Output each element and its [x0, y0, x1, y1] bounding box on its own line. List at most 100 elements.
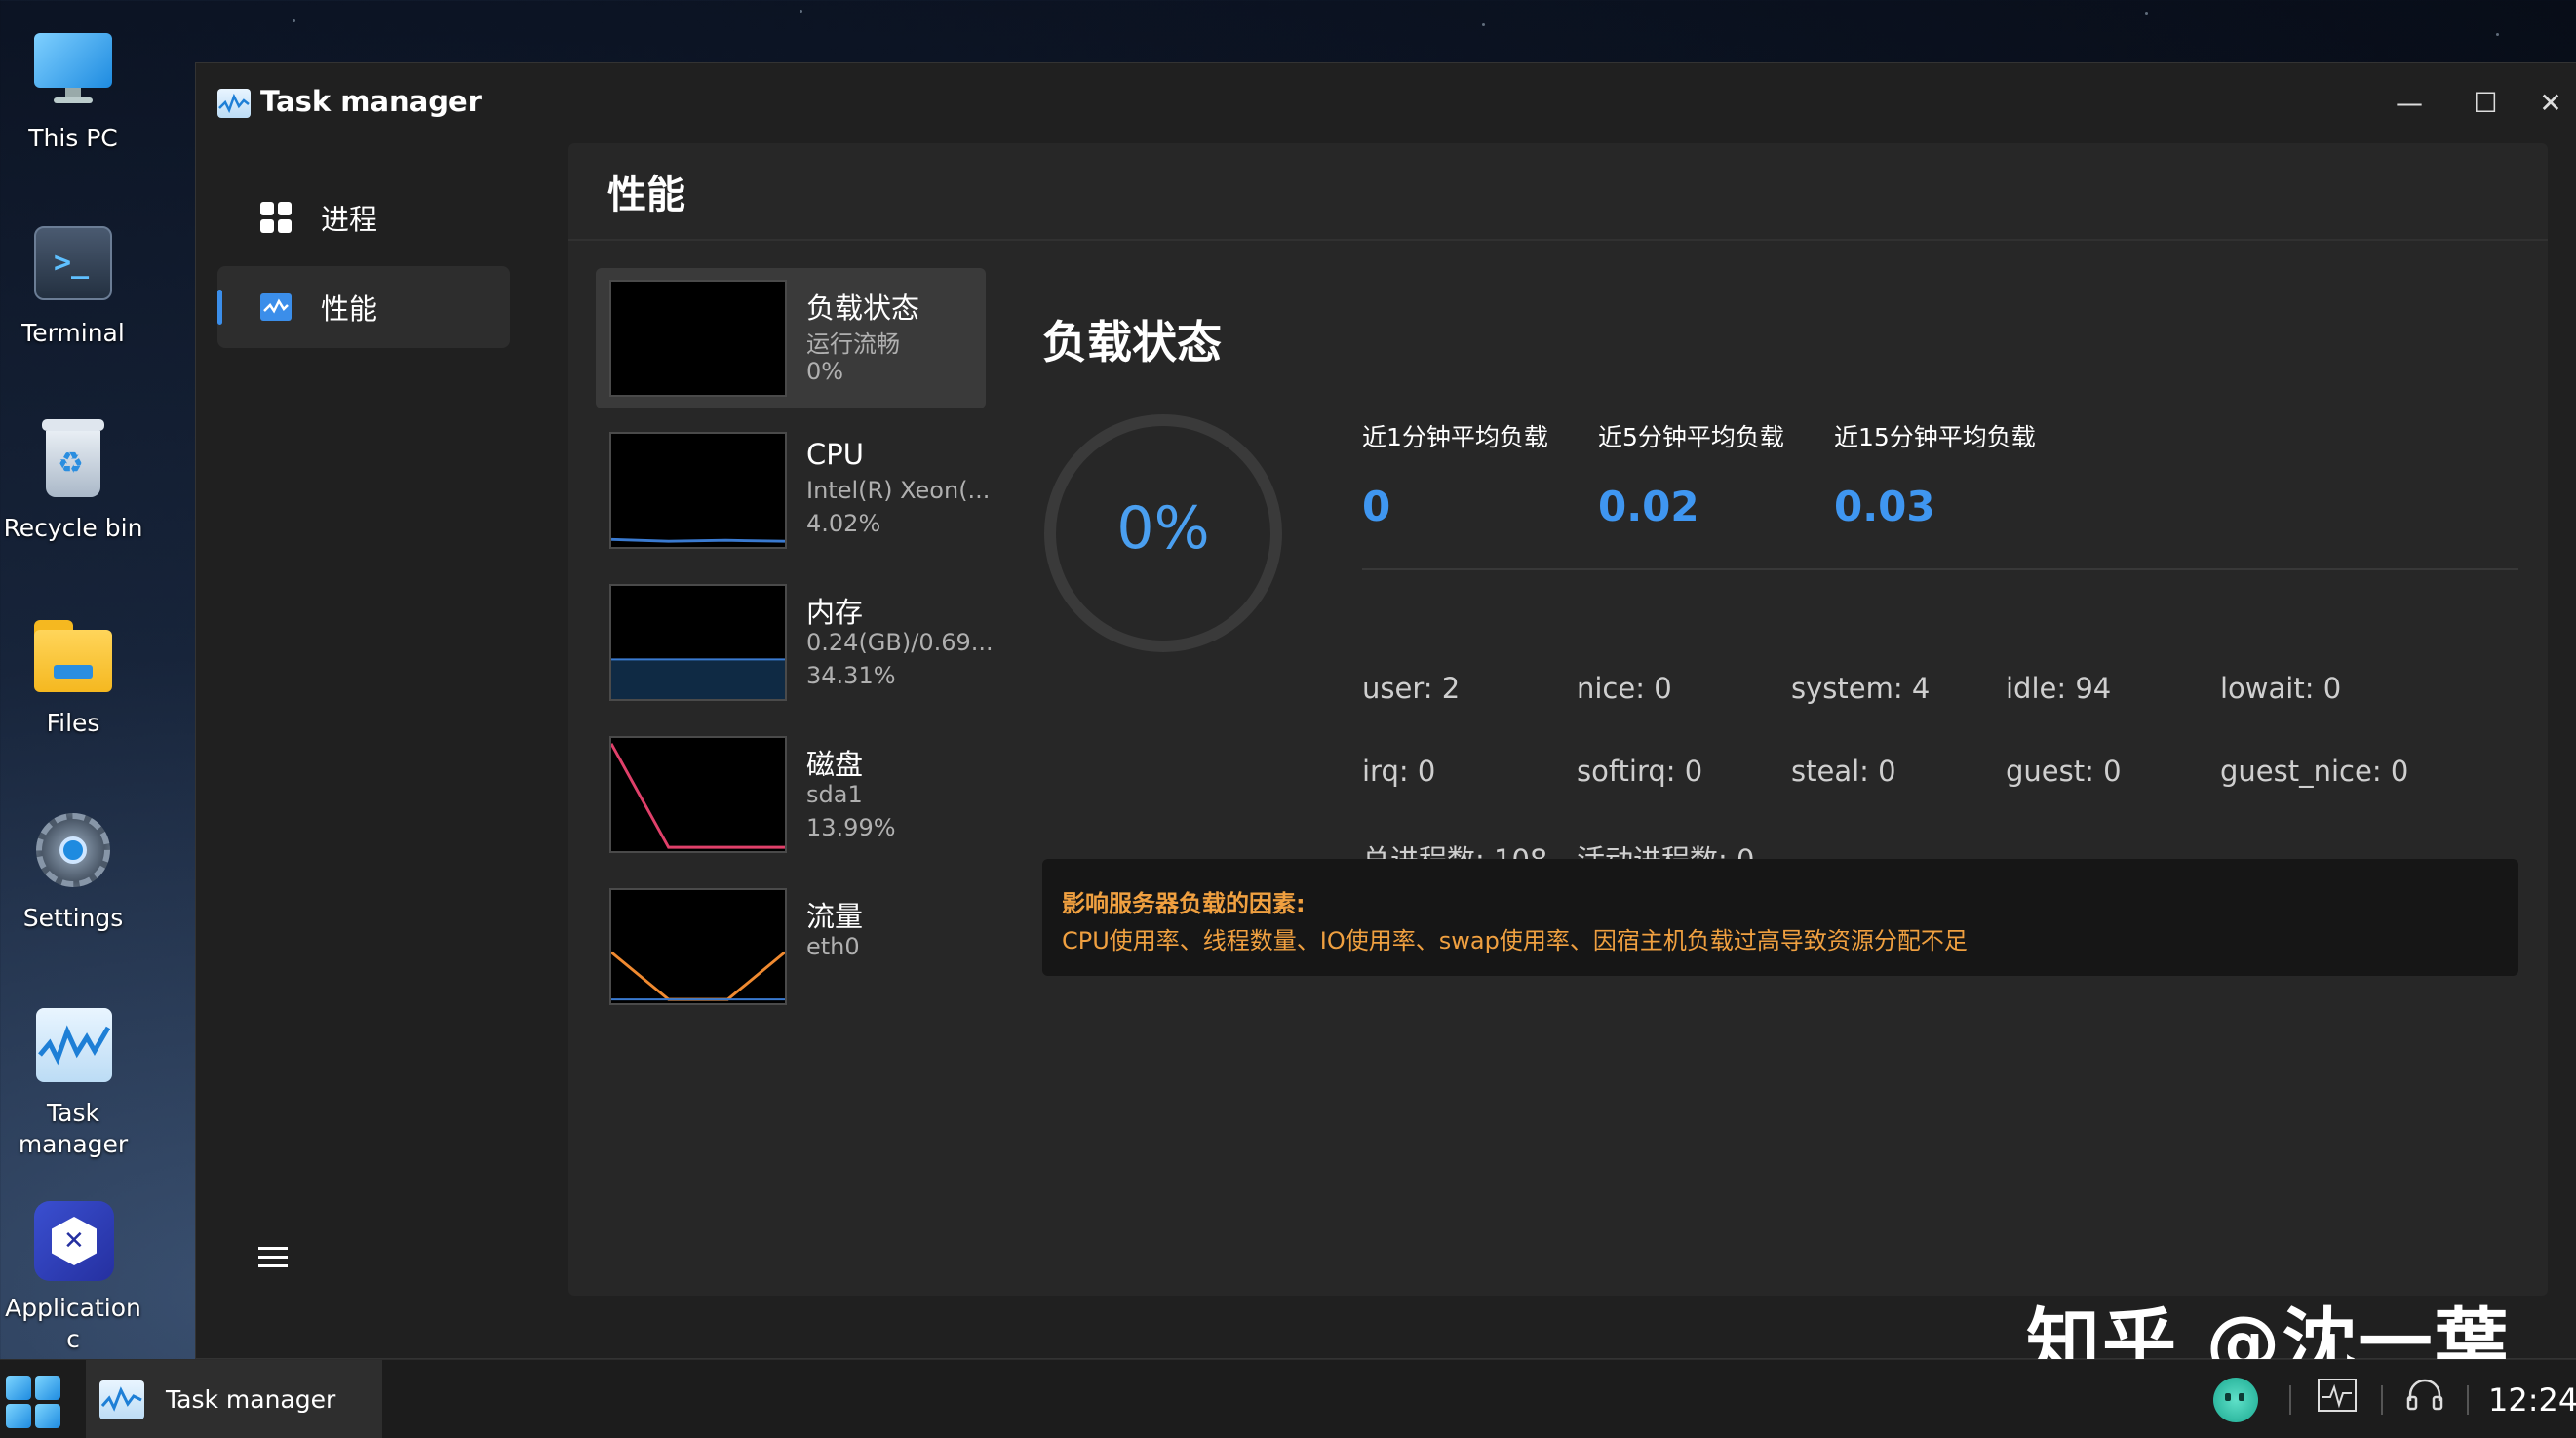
close-button[interactable]: ✕	[2526, 81, 2575, 124]
star	[2496, 33, 2499, 36]
avg-load-15min: 近15分钟平均负载 0.03	[1834, 418, 2036, 530]
pulse-chart-icon	[99, 1380, 144, 1419]
tray-separator	[2289, 1385, 2291, 1415]
app-center-icon: ✕	[28, 1195, 118, 1285]
desktop-icon-label: Recycle bin	[3, 514, 143, 542]
monitor-icon	[28, 25, 118, 115]
stat-irq: irq: 0	[1362, 755, 1436, 788]
stat-guest: guest: 0	[2006, 755, 2122, 788]
tray-separator	[2381, 1385, 2383, 1415]
desktop-icon-label: Terminal	[21, 319, 125, 347]
desktop-icon-label: Settings	[22, 904, 124, 932]
clock[interactable]: 12:24	[2488, 1381, 2576, 1419]
taskbar-app-label: Task manager	[166, 1385, 336, 1414]
stat-steal: steal: 0	[1791, 755, 1896, 788]
resource-sub: sda1	[806, 781, 863, 808]
avg-value: 0	[1362, 483, 1391, 530]
gear-icon	[28, 805, 118, 895]
start-button[interactable]	[4, 1376, 62, 1428]
desktop-icon-terminal[interactable]: >_ Terminal	[0, 220, 146, 349]
taskbar-app-task-manager[interactable]: Task manager	[86, 1360, 382, 1438]
star	[1482, 23, 1485, 26]
detail-title: 负载状态	[1042, 316, 1222, 369]
resource-name: 磁盘	[806, 748, 864, 781]
nav-item-performance[interactable]: 性能	[217, 266, 510, 348]
stat-softirq: softirq: 0	[1577, 755, 1703, 788]
resource-item-disk[interactable]: 磁盘 sda1 13.99%	[596, 724, 986, 865]
resource-list: 负载状态 运行流畅 0% CPU Intel(R) Xeon(... 4.02%…	[596, 268, 994, 1029]
load-factors-box: 影响服务器负载的因素: CPU使用率、线程数量、IO使用率、swap使用率、因宿…	[1042, 859, 2518, 976]
resource-thumbnail	[609, 432, 787, 549]
resource-thumbnail	[609, 888, 787, 1005]
resource-sub: 运行流畅	[806, 330, 900, 358]
resource-sub: 0.24(GB)/0.69...	[806, 629, 994, 656]
resource-name: CPU	[806, 438, 864, 471]
recycle-bin-icon: ♻	[28, 415, 118, 505]
title-bar[interactable]: Task manager — ☐ ✕	[196, 63, 2576, 141]
avg-label: 近5分钟平均负载	[1598, 423, 1784, 451]
stat-user: user: 2	[1362, 672, 1461, 705]
folder-icon	[28, 610, 118, 700]
nav-item-processes[interactable]: 进程	[217, 176, 510, 258]
resource-name: 流量	[806, 900, 864, 933]
resource-item-cpu[interactable]: CPU Intel(R) Xeon(... 4.02%	[596, 420, 990, 561]
avg-value: 0.02	[1598, 483, 1699, 530]
window-title: Task manager	[260, 85, 482, 118]
desktop-icon-this-pc[interactable]: This PC	[0, 25, 146, 154]
gauge-label: 0%	[1116, 494, 1210, 563]
desktop-icon-task-manager[interactable]: Task manager	[0, 1000, 146, 1160]
performance-panel: 性能 负载状态 运行流畅 0% CPU Intel(R) Xeon(... 4.…	[568, 143, 2548, 1296]
tray-separator	[2467, 1385, 2469, 1415]
resource-item-network[interactable]: 流量 eth0	[596, 876, 986, 1017]
factor-title: 影响服务器负载的因素:	[1062, 890, 1306, 917]
resource-value: 4.02%	[806, 510, 881, 537]
performance-icon	[260, 291, 292, 323]
assistant-icon[interactable]	[2211, 1376, 2262, 1424]
desktop-icon-label: Task manager	[18, 1099, 129, 1158]
maximize-button[interactable]: ☐	[2456, 81, 2515, 124]
desktop-icon-recycle-bin[interactable]: ♻ Recycle bin	[0, 415, 146, 544]
stat-system: system: 4	[1791, 672, 1931, 705]
minimize-button[interactable]: —	[2380, 81, 2439, 124]
resource-value: 0%	[806, 358, 844, 385]
system-monitor-icon[interactable]	[2317, 1376, 2358, 1424]
star	[2145, 12, 2148, 15]
taskbar: Task manager 12:24	[0, 1359, 2576, 1438]
divider	[1362, 568, 2518, 570]
resource-thumbnail	[609, 584, 787, 701]
hamburger-menu-button[interactable]	[258, 1245, 288, 1270]
desktop-icon-label: This PC	[28, 124, 118, 152]
sidebar-nav: 进程 性能	[217, 176, 510, 356]
avg-value: 0.03	[1834, 483, 1935, 530]
avg-load-5min: 近5分钟平均负载 0.02	[1598, 418, 1784, 530]
factor-text: CPU使用率、线程数量、IO使用率、swap使用率、因宿主机负载过高导致资源分配…	[1062, 927, 1968, 954]
task-manager-window: Task manager — ☐ ✕ 进程 性能 性能 负载状态 运行流畅 0%…	[195, 62, 2576, 1359]
desktop-icon-files[interactable]: Files	[0, 610, 146, 739]
stat-idle: idle: 94	[2006, 672, 2112, 705]
avg-label: 近1分钟平均负载	[1362, 423, 1548, 451]
avg-load-1min: 近1分钟平均负载 0	[1362, 418, 1548, 530]
desktop-icon-application-center[interactable]: ✕ Application c enter	[0, 1195, 146, 1386]
grid-icon	[260, 202, 292, 233]
resource-item-memory[interactable]: 内存 0.24(GB)/0.69... 34.31%	[596, 572, 994, 713]
stat-guest-nice: guest_nice: 0	[2220, 755, 2409, 788]
terminal-icon: >_	[28, 220, 118, 310]
resource-sub: Intel(R) Xeon(...	[806, 477, 991, 504]
resource-item-load[interactable]: 负载状态 运行流畅 0%	[596, 268, 986, 408]
pulse-chart-icon	[28, 1000, 118, 1090]
resource-name: 负载状态	[806, 291, 920, 325]
resource-thumbnail	[609, 280, 787, 397]
stat-nice: nice: 0	[1577, 672, 1672, 705]
resource-value: 34.31%	[806, 662, 896, 689]
star	[293, 19, 295, 22]
headset-icon[interactable]	[2404, 1376, 2445, 1424]
resource-sub: eth0	[806, 933, 860, 960]
desktop-icon-settings[interactable]: Settings	[0, 805, 146, 934]
resource-value: 13.99%	[806, 814, 896, 841]
pulse-chart-icon	[217, 89, 251, 118]
avg-label: 近15分钟平均负载	[1834, 423, 2036, 451]
desktop-icon-label: Files	[46, 709, 100, 737]
star	[800, 10, 802, 13]
resource-thumbnail	[609, 736, 787, 853]
panel-title: 性能	[568, 143, 2548, 241]
